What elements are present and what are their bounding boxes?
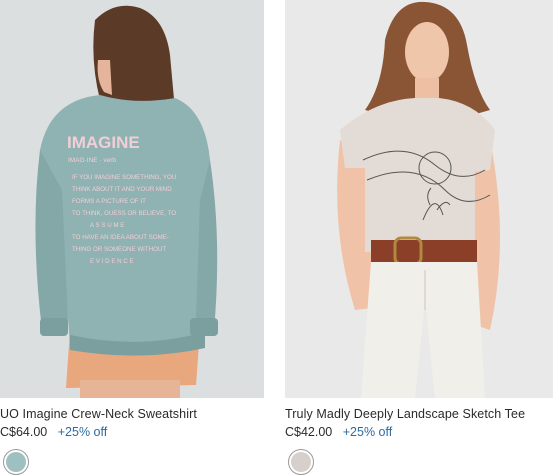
product-price: C$64.00 [0, 425, 48, 439]
color-swatch[interactable] [3, 449, 29, 475]
print-line: E V I D E N C E [90, 258, 134, 265]
price-row: C$42.00 +25% off [285, 425, 392, 439]
color-swatch[interactable] [288, 449, 314, 475]
print-line: IF YOU IMAGINE SOMETHING, YOU [72, 174, 176, 181]
product-price: C$42.00 [285, 425, 333, 439]
tee-photo [285, 0, 553, 398]
print-title: IMAGINE [67, 133, 140, 152]
discount-badge: +25% off [57, 425, 108, 439]
print-line: FORMS A PICTURE OF IT [72, 198, 146, 205]
discount-badge: +25% off [342, 425, 393, 439]
print-subtitle: IMAG·INE · verb [68, 157, 116, 164]
print-line: THING OR SOMEONE WITHOUT [72, 246, 166, 253]
print-line: TO HAVE AN IDEA ABOUT SOME- [72, 234, 169, 241]
sweatshirt-photo: IMAGINE IMAG·INE · verb IF YOU IMAGINE S… [0, 0, 264, 398]
product-name[interactable]: Truly Madly Deeply Landscape Sketch Tee [285, 407, 525, 421]
print-line: A S S U M E [90, 222, 124, 229]
product-name[interactable]: UO Imagine Crew-Neck Sweatshirt [0, 407, 197, 421]
swatch-color-fill [291, 452, 311, 472]
product-card-imagine-sweatshirt[interactable]: IMAGINE IMAG·INE · verb IF YOU IMAGINE S… [0, 0, 264, 475]
product-card-landscape-tee[interactable]: Truly Madly Deeply Landscape Sketch Tee … [285, 0, 553, 475]
swatch-color-fill [6, 452, 26, 472]
print-line: THINK ABOUT IT AND YOUR MIND [72, 186, 172, 193]
product-image[interactable] [285, 0, 553, 398]
print-line: TO THINK, GUESS OR BELIEVE, TO [72, 210, 176, 217]
price-row: C$64.00 +25% off [0, 425, 107, 439]
product-image[interactable]: IMAGINE IMAG·INE · verb IF YOU IMAGINE S… [0, 0, 264, 398]
